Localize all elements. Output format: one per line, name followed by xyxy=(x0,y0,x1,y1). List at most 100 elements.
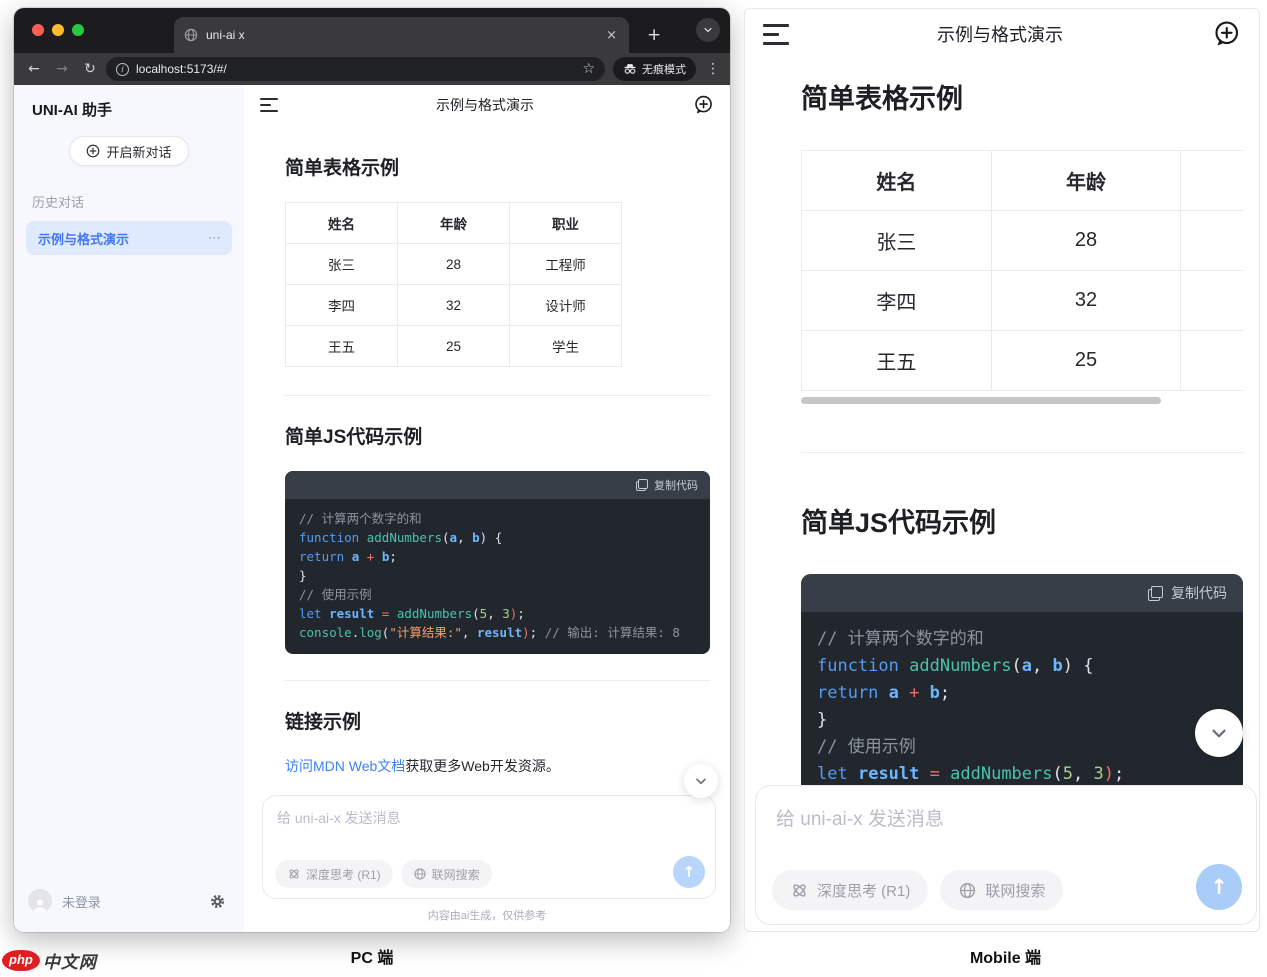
code-line: // 计算两个数字的和 xyxy=(817,626,1227,653)
menu-burger-icon[interactable] xyxy=(260,98,278,112)
browser-tab[interactable]: uni-ai x × xyxy=(174,17,629,53)
table-row: 王五25学生 xyxy=(802,331,1244,391)
pc-browser-window: uni-ai x × + ← → ↻ i localhost:5173/#/ ☆ xyxy=(14,8,730,932)
chat-title: 示例与格式演示 xyxy=(278,95,692,115)
back-button[interactable]: ← xyxy=(22,61,46,77)
new-tab-button[interactable]: + xyxy=(647,25,661,45)
chevron-down-icon xyxy=(1208,722,1230,744)
send-button[interactable]: ↑ xyxy=(1196,864,1242,910)
scroll-to-bottom-button[interactable] xyxy=(684,764,718,798)
app-body: UNI-AI 助手 开启新对话 历史对话 示例与格式演示 ⋯ xyxy=(14,85,730,932)
browser-tabstrip: uni-ai x × + xyxy=(14,8,730,53)
code-line: } xyxy=(817,707,1227,734)
link-paragraph: 访问MDN Web文档获取更多Web开发资源。 xyxy=(285,756,710,776)
code-section-heading: 简单JS代码示例 xyxy=(801,501,1243,540)
mobile-caption: Mobile 端 xyxy=(744,944,1267,968)
mobile-chat-header: 示例与格式演示 xyxy=(745,9,1259,59)
section-divider xyxy=(285,680,710,681)
chat-header: 示例与格式演示 xyxy=(244,85,730,125)
code-block-header: 复制代码 xyxy=(285,471,710,499)
gear-icon[interactable] xyxy=(209,893,226,910)
code-body: // 计算两个数字的和function addNumbers(a, b) {re… xyxy=(285,499,710,654)
address-bar[interactable]: i localhost:5173/#/ ☆ xyxy=(106,57,605,81)
code-line: let result = addNumbers(5, 3); xyxy=(817,761,1227,785)
scroll-to-bottom-button[interactable] xyxy=(1195,709,1243,757)
composer-placeholder: 给 uni-ai-x 发送消息 xyxy=(776,804,1240,831)
mdn-link[interactable]: 访问MDN Web文档 xyxy=(285,758,405,774)
table-header-row: 姓名年龄职业 xyxy=(802,151,1244,211)
php-cn-watermark: php 中文网 xyxy=(2,948,97,973)
conversation-title: 示例与格式演示 xyxy=(38,229,129,248)
message-composer[interactable]: 给 uni-ai-x 发送消息 深度思考 (R1) xyxy=(262,795,716,899)
web-search-toggle[interactable]: 联网搜索 xyxy=(401,860,492,888)
table-header-row: 姓名年龄职业 xyxy=(286,203,622,244)
tab-search-chevron-button[interactable] xyxy=(696,18,720,42)
table-row: 张三28工程师 xyxy=(802,211,1244,271)
sidebar-item-conversation[interactable]: 示例与格式演示 ⋯ xyxy=(26,221,232,255)
code-body: // 计算两个数字的和function addNumbers(a, b) {re… xyxy=(801,612,1243,785)
avatar[interactable] xyxy=(28,889,52,913)
code-line: // 使用示例 xyxy=(817,734,1227,761)
copy-code-button[interactable]: 复制代码 xyxy=(654,477,698,493)
code-line: } xyxy=(299,566,696,585)
send-button[interactable]: ↑ xyxy=(673,856,705,888)
window-controls xyxy=(32,24,84,36)
new-conversation-button[interactable]: 开启新对话 xyxy=(69,136,188,166)
atom-icon xyxy=(287,867,301,881)
screenshot-canvas: uni-ai x × + ← → ↻ i localhost:5173/#/ ☆ xyxy=(0,0,1267,977)
message-composer[interactable]: 给 uni-ai-x 发送消息 深度思考 (R1) xyxy=(755,785,1257,925)
browser-toolbar: ← → ↻ i localhost:5173/#/ ☆ 无痕模式 ⋮ xyxy=(14,53,730,85)
code-line: // 使用示例 xyxy=(299,585,696,604)
web-search-label: 联网搜索 xyxy=(985,880,1045,901)
table-scroll-container[interactable]: 姓名年龄职业张三28工程师李四32设计师王五25学生 xyxy=(801,150,1243,397)
deep-think-toggle[interactable]: 深度思考 (R1) xyxy=(275,860,393,888)
code-line: // 计算两个数字的和 xyxy=(299,509,696,528)
url-text[interactable]: localhost:5173/#/ xyxy=(136,62,575,76)
site-info-icon[interactable]: i xyxy=(116,63,129,76)
table-section-heading: 简单表格示例 xyxy=(801,77,1243,116)
bookmark-star-icon[interactable]: ☆ xyxy=(582,61,595,77)
login-status[interactable]: 未登录 xyxy=(62,892,199,911)
close-window-button[interactable] xyxy=(32,24,44,36)
mobile-view-panel: 示例与格式演示 简单表格示例 姓名年龄职业张三28工程师李四32设计师王五25学… xyxy=(744,8,1260,932)
section-divider xyxy=(801,452,1243,453)
conversation-more-button[interactable]: ⋯ xyxy=(208,231,222,246)
demo-table: 姓名年龄职业张三28工程师李四32设计师王五25学生 xyxy=(285,202,622,367)
zoom-window-button[interactable] xyxy=(72,24,84,36)
code-line: let result = addNumbers(5, 3); xyxy=(299,604,696,623)
pc-caption: PC 端 xyxy=(0,944,744,968)
reload-button[interactable]: ↻ xyxy=(78,61,102,77)
code-section-heading: 简单JS代码示例 xyxy=(285,422,710,449)
new-chat-bubble-icon[interactable] xyxy=(1211,19,1241,49)
demo-table: 姓名年龄职业张三28工程师李四32设计师王五25学生 xyxy=(801,150,1243,391)
app-title: UNI-AI 助手 xyxy=(26,99,232,120)
table-row: 张三28工程师 xyxy=(286,244,622,285)
table-row: 李四32设计师 xyxy=(802,271,1244,331)
horizontal-scrollbar[interactable] xyxy=(801,397,1161,404)
new-chat-bubble-icon[interactable] xyxy=(692,94,714,116)
code-block: 复制代码 // 计算两个数字的和function addNumbers(a, b… xyxy=(801,574,1243,785)
user-icon xyxy=(31,897,49,913)
table-section-heading: 简单表格示例 xyxy=(285,153,710,180)
incognito-mask-icon xyxy=(623,63,637,75)
section-divider xyxy=(285,395,710,396)
message-content: 简单表格示例 姓名年龄职业张三28工程师李四32设计师王五25学生 简单JS代码… xyxy=(745,59,1259,785)
web-search-toggle[interactable]: 联网搜索 xyxy=(940,870,1063,910)
menu-burger-icon[interactable] xyxy=(763,24,789,45)
deep-think-toggle[interactable]: 深度思考 (R1) xyxy=(772,870,928,910)
code-line: function addNumbers(a, b) { xyxy=(817,653,1227,680)
minimize-window-button[interactable] xyxy=(52,24,64,36)
tab-close-icon[interactable]: × xyxy=(604,28,619,43)
table-row: 王五25学生 xyxy=(286,326,622,367)
atom-icon xyxy=(790,881,809,900)
chat-main: 示例与格式演示 简单表格示例 姓名年龄职业张三28工程师李四32设计师王五25学… xyxy=(244,85,730,932)
forward-button[interactable]: → xyxy=(50,61,74,77)
globe-icon xyxy=(413,867,427,881)
php-logo-text: 中文网 xyxy=(43,948,97,973)
browser-menu-button[interactable]: ⋮ xyxy=(704,61,722,77)
code-block-header: 复制代码 xyxy=(801,574,1243,612)
copy-code-button[interactable]: 复制代码 xyxy=(1171,583,1227,603)
chat-title: 示例与格式演示 xyxy=(789,21,1211,47)
code-line: console.log("计算结果:", result); // 输出: 计算结… xyxy=(299,623,696,642)
web-search-label: 联网搜索 xyxy=(432,866,480,883)
